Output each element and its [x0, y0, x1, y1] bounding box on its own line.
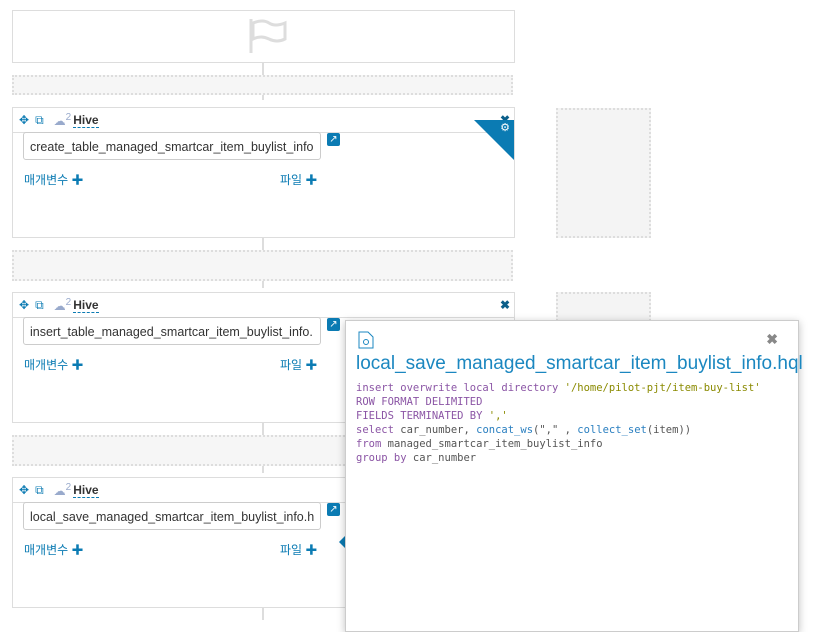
add-file-link[interactable]: 파일 ✚ [280, 356, 317, 373]
script-file-input[interactable]: insert_table_managed_smartcar_item_buyli… [23, 317, 321, 345]
drop-zone[interactable] [12, 250, 513, 281]
gears-icon[interactable]: ⚙ [500, 121, 510, 134]
script-file-input[interactable]: create_table_managed_smartcar_item_buyli… [23, 132, 321, 160]
hive-icon: ☁2 [53, 112, 72, 128]
start-node [12, 10, 515, 63]
action-type[interactable]: Hive [73, 298, 99, 313]
hive-icon: ☁2 [53, 297, 72, 313]
file-icon [358, 331, 374, 349]
hive-icon: ☁2 [53, 482, 72, 498]
close-icon[interactable]: ✖ [500, 298, 510, 312]
connector [262, 608, 264, 620]
add-parameter-link[interactable]: 매개변수 ✚ [24, 356, 84, 373]
copy-icon[interactable]: ⧉ [35, 298, 44, 313]
copy-icon[interactable]: ⧉ [35, 113, 44, 128]
close-icon[interactable]: ✖ [766, 331, 778, 348]
action-type[interactable]: Hive [73, 483, 99, 498]
action-type[interactable]: Hive [73, 113, 99, 128]
add-parameter-link[interactable]: 매개변수 ✚ [24, 171, 84, 188]
copy-icon[interactable]: ⧉ [35, 483, 44, 498]
side-drop-zone[interactable] [556, 108, 651, 238]
flag-icon [249, 19, 287, 53]
code-preview: insert overwrite local directory '/home/… [356, 382, 761, 464]
hive-action-card: ✥ ⧉ ☁2 Hive ✖ ⚙ create_table_managed_smartca… [12, 107, 515, 238]
open-link-icon[interactable]: ↗ [327, 318, 340, 331]
add-parameter-link[interactable]: 매개변수 ✚ [24, 541, 84, 558]
add-file-link[interactable]: 파일 ✚ [280, 541, 317, 558]
script-file-input[interactable]: local_save_managed_smartcar_item_buylist… [23, 502, 321, 530]
popover-title: local_save_managed_smartcar_item_buylist… [356, 353, 803, 374]
file-preview-popover: ✖ local_save_managed_smartcar_item_buyli… [345, 320, 803, 632]
drop-zone[interactable] [12, 75, 513, 95]
move-icon[interactable]: ✥ [19, 113, 29, 127]
move-icon[interactable]: ✥ [19, 298, 29, 312]
move-icon[interactable]: ✥ [19, 483, 29, 497]
open-link-icon[interactable]: ↗ [327, 133, 340, 146]
open-link-icon[interactable]: ↗ [327, 503, 340, 516]
add-file-link[interactable]: 파일 ✚ [280, 171, 317, 188]
